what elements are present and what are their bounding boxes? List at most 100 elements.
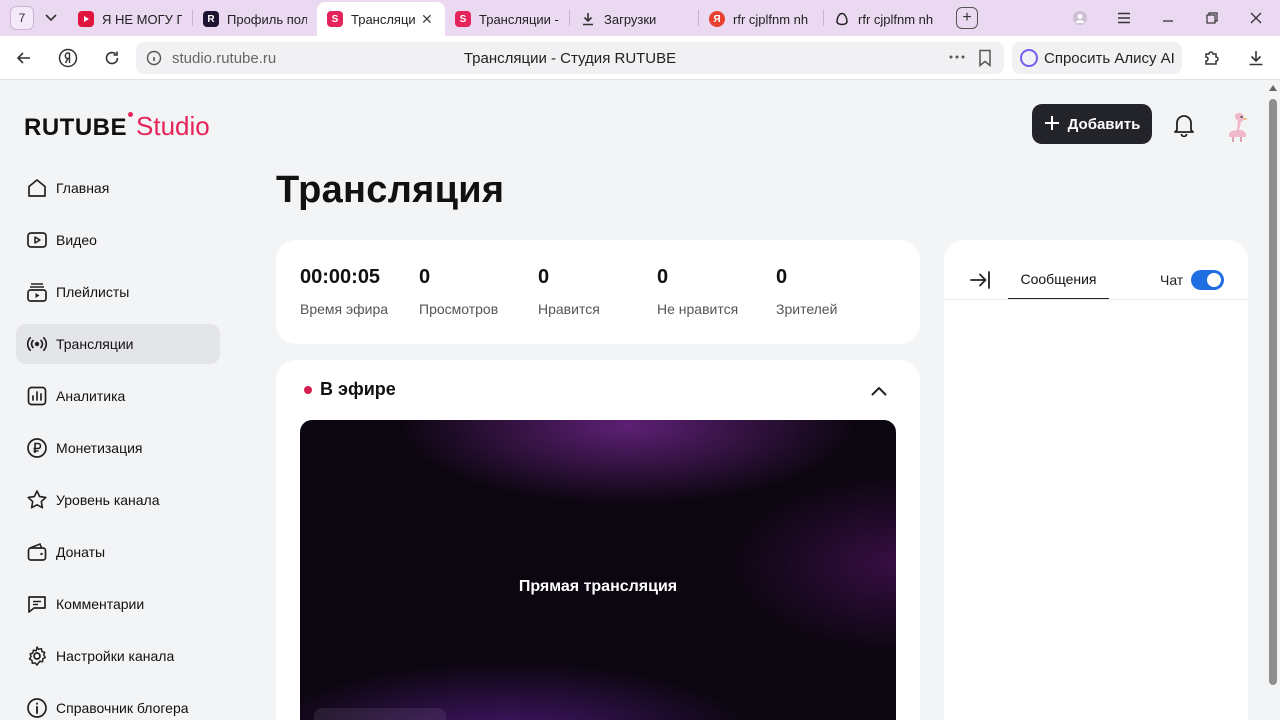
add-button-label: Добавить	[1067, 115, 1141, 133]
rutube-studio-icon: S	[455, 11, 471, 27]
ask-alice-label: Спросить Алису AI	[1044, 49, 1175, 67]
studio-page: RUTUBE Studio Добавить Главная Видео Пле…	[0, 81, 1266, 720]
sidebar-item-label: Уровень канала	[56, 492, 160, 508]
comment-icon	[26, 593, 48, 615]
tab-label: Загрузки	[604, 11, 657, 27]
sidebar-item-label: Плейлисты	[56, 284, 130, 300]
sidebar: Главная Видео Плейлисты Трансляции Анали…	[16, 168, 220, 720]
sidebar-item-broadcasts[interactable]: Трансляции	[16, 324, 220, 364]
yandex-button[interactable]	[46, 36, 90, 80]
logo-suffix: Studio	[136, 111, 210, 141]
tab-label: Трансляции -	[479, 11, 559, 27]
sidebar-item-label: Монетизация	[56, 440, 143, 456]
browser-tab[interactable]: Загрузки	[570, 4, 698, 34]
browser-tab[interactable]: Я НЕ МОГУ П	[68, 4, 192, 34]
stat-views: 0 Просмотров	[419, 266, 498, 317]
rutube-studio-icon: S	[327, 11, 343, 27]
bookmark-icon[interactable]	[978, 49, 992, 72]
alice-icon	[1020, 49, 1038, 67]
downloads-icon[interactable]	[1234, 36, 1278, 80]
sidebar-item-blogger-guide[interactable]: Справочник блогера	[16, 688, 220, 720]
plus-icon	[1044, 113, 1060, 135]
scroll-up-arrow-icon[interactable]	[1269, 85, 1277, 91]
close-tab-icon[interactable]: ✕	[421, 11, 433, 28]
sidebar-item-playlists[interactable]: Плейлисты	[16, 272, 220, 312]
chat-panel: Сообщения Чат	[944, 240, 1248, 720]
collapse-panel-icon[interactable]	[968, 268, 992, 292]
restore-icon[interactable]	[1190, 0, 1234, 36]
more-icon[interactable]	[948, 48, 966, 71]
tab-label: Я НЕ МОГУ П	[102, 11, 182, 27]
alice-icon	[834, 11, 850, 27]
notifications-bell-icon[interactable]	[1170, 111, 1198, 139]
sidebar-item-label: Комментарии	[56, 596, 145, 612]
live-section: В эфире Прямая трансляция	[276, 360, 920, 720]
add-button[interactable]: Добавить	[1032, 104, 1152, 144]
rutube-studio-logo[interactable]: RUTUBE Studio	[24, 111, 210, 142]
user-avatar[interactable]	[1222, 109, 1252, 143]
stat-label: Время эфира	[300, 301, 389, 317]
collapse-chevron-up-icon[interactable]	[868, 380, 890, 402]
browser-tab[interactable]: R Профиль пол	[193, 4, 317, 34]
video-player[interactable]: Прямая трансляция	[300, 420, 896, 720]
reload-button[interactable]	[90, 36, 134, 80]
close-window-icon[interactable]	[1234, 0, 1278, 36]
page-scrollbar[interactable]	[1266, 81, 1280, 720]
sidebar-item-comments[interactable]: Комментарии	[16, 584, 220, 624]
chat-toggle[interactable]	[1191, 270, 1224, 290]
profile-icon[interactable]	[1058, 0, 1102, 36]
star-icon	[26, 489, 48, 511]
stat-value: 0	[538, 266, 550, 288]
minimize-icon[interactable]	[1146, 0, 1190, 36]
sidebar-item-analytics[interactable]: Аналитика	[16, 376, 220, 416]
browser-tab-bar: 7 Я НЕ МОГУ П R Профиль пол S Трансляции…	[0, 0, 1280, 36]
back-button[interactable]	[2, 36, 46, 80]
player-control-chip[interactable]	[314, 708, 446, 720]
sidebar-item-channel-level[interactable]: Уровень канала	[16, 480, 220, 520]
sidebar-item-channel-settings[interactable]: Настройки канала	[16, 636, 220, 676]
page-title: Трансляция	[276, 169, 505, 211]
sidebar-item-donations[interactable]: Донаты	[16, 532, 220, 572]
download-icon	[580, 11, 596, 27]
site-info-icon[interactable]	[146, 50, 162, 71]
toggle-knob	[1207, 273, 1221, 287]
sidebar-item-label: Настройки канала	[56, 648, 175, 664]
tab-messages[interactable]: Сообщения	[1008, 260, 1109, 300]
tab-label: rfr cjplfnm nh	[858, 11, 934, 27]
stat-label: Не нравится	[657, 301, 739, 317]
home-icon	[26, 177, 48, 199]
stat-value: 0	[657, 266, 669, 288]
stat-value: 0	[776, 266, 788, 288]
ruble-icon	[26, 437, 48, 459]
chat-divider	[944, 299, 1248, 300]
new-tab-button[interactable]: +	[956, 7, 978, 29]
sidebar-item-label: Аналитика	[56, 388, 126, 404]
tab-counter[interactable]: 7	[10, 6, 34, 30]
broadcast-icon	[26, 333, 48, 355]
ask-alice-button[interactable]: Спросить Алису AI	[1012, 42, 1182, 74]
browser-tab[interactable]: rfr cjplfnm nh	[824, 4, 948, 34]
player-placeholder-text: Прямая трансляция	[518, 578, 678, 595]
live-header: В эфире	[304, 379, 396, 400]
live-label: В эфире	[320, 379, 396, 399]
stat-viewers: 0 Зрителей	[776, 266, 837, 317]
browser-tab[interactable]: S Трансляции -	[445, 4, 569, 34]
tab-list-chevron-icon[interactable]	[38, 6, 64, 30]
stream-stats-card: 00:00:05 Время эфира 0 Просмотров 0 Нрав…	[276, 240, 920, 344]
stat-airtime: 00:00:05 Время эфира	[300, 266, 388, 317]
rutube-icon: R	[203, 11, 219, 27]
sidebar-item-video[interactable]: Видео	[16, 220, 220, 260]
sidebar-item-label: Видео	[56, 232, 97, 248]
scroll-thumb[interactable]	[1269, 99, 1277, 685]
browser-tab[interactable]: Я rfr cjplfnm nh	[699, 4, 823, 34]
browser-tab-active[interactable]: S Трансляции ✕	[317, 2, 445, 36]
live-indicator-dot	[304, 385, 312, 394]
url-field[interactable]: studio.rutube.ru Трансляции - Студия RUT…	[136, 42, 1004, 74]
stat-label: Нравится	[538, 301, 600, 317]
sidebar-item-home[interactable]: Главная	[16, 168, 220, 208]
analytics-icon	[26, 385, 48, 407]
sidebar-item-monetization[interactable]: Монетизация	[16, 428, 220, 468]
menu-icon[interactable]	[1102, 0, 1146, 36]
stat-label: Просмотров	[419, 301, 499, 317]
extensions-icon[interactable]	[1190, 36, 1234, 80]
